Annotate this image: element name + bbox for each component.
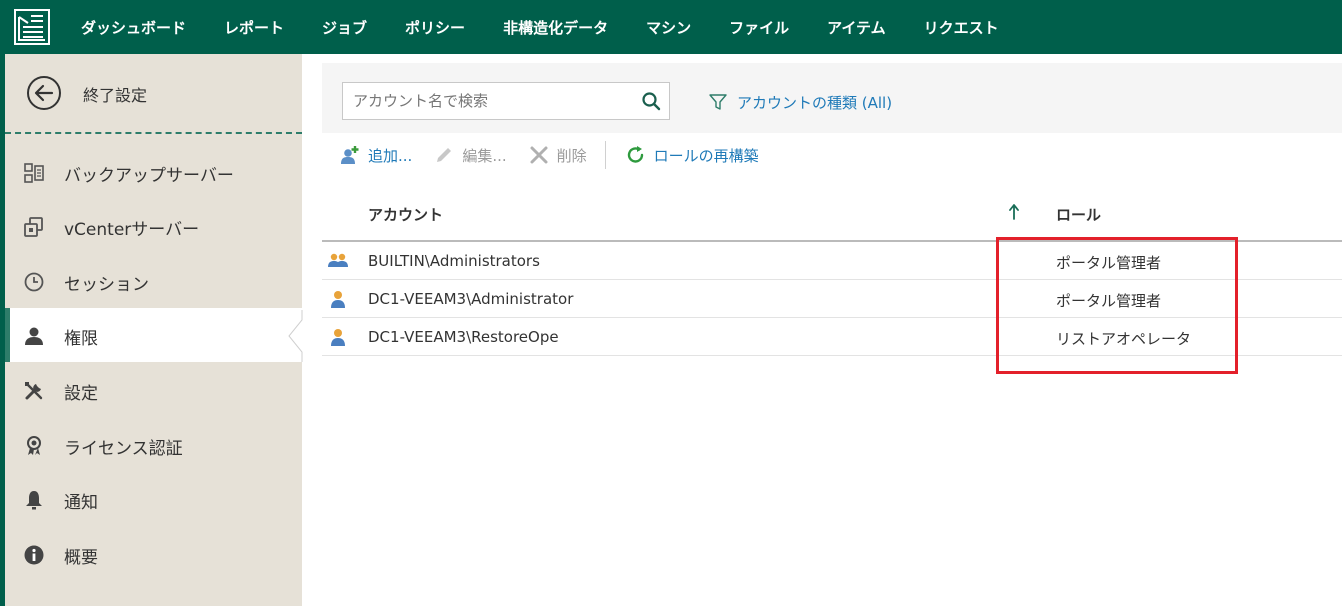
server-icon — [24, 163, 44, 183]
active-item-notch — [288, 310, 303, 362]
sidebar-item-label: 権限 — [64, 329, 98, 349]
column-header-role[interactable]: ロール — [1056, 204, 1101, 225]
column-header-account[interactable]: アカウント — [368, 204, 443, 225]
filter-label: アカウントの種類 (All) — [737, 93, 893, 112]
user-icon — [331, 329, 345, 346]
toolbar: 追加... 編集... 削除 ロールの再構築 — [340, 141, 781, 169]
main-nav: ダッシュボード レポート ジョブ ポリシー 非構造化データ マシン ファイル ア… — [62, 0, 1018, 54]
delete-label: 削除 — [556, 146, 587, 165]
search-icon[interactable] — [641, 91, 661, 111]
exit-settings-button[interactable]: 終了設定 — [5, 54, 302, 132]
role-column-highlight — [996, 237, 1238, 374]
settings-sidebar: 終了設定 バックアップサーバー vCenterサーバー セッション 権限 設定 … — [5, 54, 302, 606]
user-group-icon — [328, 253, 348, 267]
info-icon — [24, 545, 44, 565]
tools-icon — [25, 382, 43, 400]
vcenter-icon — [24, 217, 43, 237]
delete-x-icon — [530, 146, 548, 164]
nav-policies[interactable]: ポリシー — [386, 17, 484, 38]
bell-icon — [26, 491, 42, 510]
nav-machines[interactable]: マシン — [627, 17, 710, 38]
user-icon — [331, 291, 345, 308]
clock-icon — [24, 272, 44, 292]
sidebar-item-label: 設定 — [64, 384, 98, 404]
sidebar-divider — [5, 132, 302, 134]
add-label: 追加... — [368, 146, 413, 165]
sidebar-item-label: バックアップサーバー — [64, 166, 234, 186]
app-logo-icon[interactable] — [14, 9, 50, 45]
top-navigation-bar: ダッシュボード レポート ジョブ ポリシー 非構造化データ マシン ファイル ア… — [0, 0, 1342, 54]
account-name: DC1-VEEAM3\Administrator — [368, 290, 574, 308]
sidebar-item-sessions[interactable]: セッション — [5, 254, 302, 308]
add-button[interactable]: 追加... — [340, 145, 412, 166]
sidebar-item-about[interactable]: 概要 — [5, 527, 302, 581]
license-icon — [27, 436, 41, 455]
sidebar-item-settings[interactable]: 設定 — [5, 363, 302, 417]
user-icon — [25, 327, 43, 345]
back-arrow-icon — [27, 76, 61, 110]
sidebar-item-label: 概要 — [64, 548, 98, 568]
sidebar-item-label: vCenterサーバー — [64, 220, 200, 240]
search-bar-row: アカウントの種類 (All) — [322, 63, 1342, 133]
refresh-icon — [627, 146, 643, 163]
add-user-icon — [341, 146, 359, 164]
nav-requests[interactable]: リクエスト — [905, 17, 1018, 38]
sidebar-item-backup-server[interactable]: バックアップサーバー — [5, 145, 302, 199]
nav-reports[interactable]: レポート — [205, 17, 303, 38]
sidebar-item-label: ライセンス認証 — [64, 439, 183, 459]
table-header: アカウント ロール — [322, 190, 1342, 242]
sidebar-item-permissions[interactable]: 権限 — [5, 308, 302, 362]
search-box[interactable] — [342, 82, 670, 120]
sidebar-item-label: 通知 — [64, 493, 98, 513]
edit-label: 編集... — [462, 146, 507, 165]
account-name: DC1-VEEAM3\RestoreOpe — [368, 328, 559, 346]
account-type-filter[interactable]: アカウントの種類 (All) — [709, 91, 892, 113]
sidebar-item-vcenter-server[interactable]: vCenterサーバー — [5, 199, 302, 253]
rebuild-roles-button[interactable]: ロールの再構築 — [626, 145, 759, 166]
nav-jobs[interactable]: ジョブ — [303, 17, 386, 38]
nav-dashboard[interactable]: ダッシュボード — [62, 17, 205, 38]
delete-button[interactable]: 削除 — [529, 145, 587, 166]
sidebar-item-license[interactable]: ライセンス認証 — [5, 418, 302, 472]
edit-button[interactable]: 編集... — [434, 145, 507, 166]
nav-items[interactable]: アイテム — [808, 17, 905, 38]
rebuild-roles-label: ロールの再構築 — [653, 146, 759, 165]
sort-ascending-icon[interactable] — [1008, 203, 1020, 221]
nav-files[interactable]: ファイル — [710, 17, 808, 38]
exit-settings-label: 終了設定 — [83, 86, 148, 105]
filter-icon — [709, 94, 727, 110]
search-input[interactable] — [353, 91, 633, 111]
pencil-icon — [437, 148, 452, 162]
account-name: BUILTIN\Administrators — [368, 252, 540, 270]
sidebar-item-label: セッション — [64, 275, 149, 295]
sidebar-item-notifications[interactable]: 通知 — [5, 472, 302, 526]
nav-unstructured-data[interactable]: 非構造化データ — [484, 17, 627, 38]
toolbar-separator — [604, 141, 606, 169]
